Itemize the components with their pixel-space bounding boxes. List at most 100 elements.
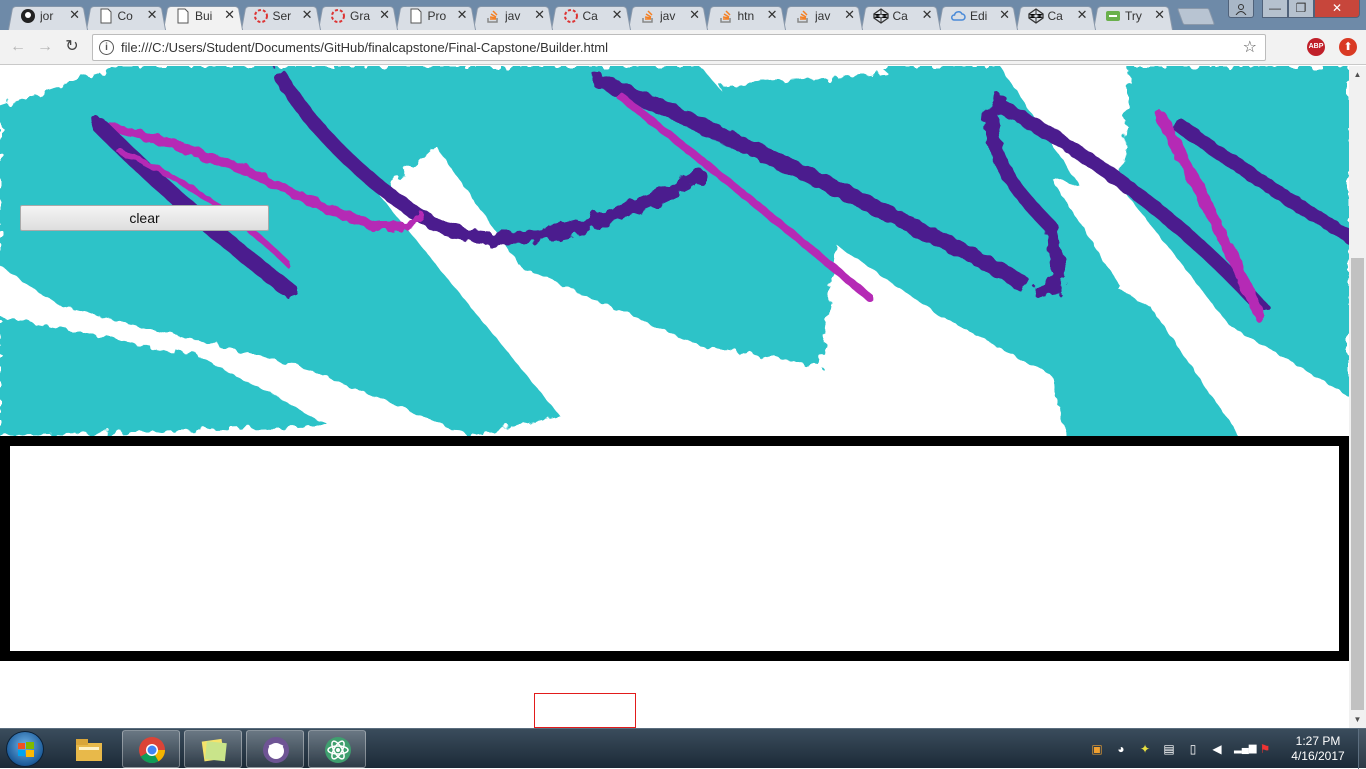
system-clock[interactable]: 1:27 PM 4/16/2017 — [1283, 734, 1353, 764]
forward-button[interactable]: → — [35, 38, 55, 58]
volume-icon[interactable]: ◀ — [1210, 742, 1224, 756]
address-url[interactable]: file:///C:/Users/Student/Documents/GitHu… — [121, 40, 608, 55]
tryit-icon — [1105, 8, 1121, 24]
bookmark-star-icon[interactable]: ☆ — [1243, 37, 1257, 57]
tab-title: jor — [40, 9, 54, 23]
loading-icon — [253, 8, 269, 24]
minimize-button[interactable]: — — [1262, 0, 1288, 18]
reload-button[interactable]: ↻ — [62, 38, 82, 58]
close-tab-icon[interactable]: ✕ — [379, 8, 390, 22]
close-tab-icon[interactable]: ✕ — [1077, 8, 1088, 22]
red-outline-box[interactable] — [534, 693, 636, 728]
tab-14[interactable]: Ca ✕ — [1015, 3, 1096, 31]
close-window-button[interactable]: ✕ — [1314, 0, 1360, 18]
browser-toolbar: ← → ↻ i file:///C:/Users/Student/Documen… — [0, 30, 1366, 65]
tab-title: jav — [815, 9, 831, 23]
tab-4[interactable]: Ser ✕ — [240, 3, 321, 31]
tray-app-icon[interactable]: ▣ — [1090, 742, 1104, 756]
scroll-up-arrow-icon[interactable]: ▲ — [1349, 66, 1366, 83]
tab-10[interactable]: htn ✕ — [705, 3, 786, 31]
sticky-notes-icon — [199, 736, 229, 764]
tab-title: Pro — [427, 9, 447, 23]
tab-title: Gra — [350, 9, 371, 23]
taskbar-app-chrome[interactable] — [122, 730, 180, 768]
tab-7[interactable]: jav ✕ — [473, 3, 553, 31]
page-scrollbar[interactable]: ▲ ▼ — [1349, 66, 1366, 728]
tab-3[interactable]: Bui ✕ — [163, 3, 243, 31]
tab-5[interactable]: Gra ✕ — [318, 3, 398, 31]
tab-8[interactable]: Ca ✕ — [550, 3, 631, 31]
tab-12[interactable]: Ca ✕ — [860, 3, 941, 31]
adblock-extension-icon[interactable]: ABP — [1307, 38, 1325, 56]
show-desktop-button[interactable] — [1358, 729, 1366, 769]
maximize-button[interactable]: ❐ — [1288, 0, 1314, 18]
scroll-down-arrow-icon[interactable]: ▼ — [1349, 711, 1366, 728]
file-explorer-icon — [74, 735, 104, 763]
tab-title: jav — [505, 9, 521, 23]
address-bar[interactable]: i file:///C:/Users/Student/Documents/Git… — [92, 34, 1266, 61]
taskbar-app-file-explorer[interactable] — [60, 730, 118, 768]
tab-title: Co — [117, 9, 133, 23]
tab-15[interactable]: Try ✕ — [1093, 3, 1173, 31]
close-tab-icon[interactable]: ✕ — [922, 8, 933, 22]
loading-icon — [330, 8, 346, 24]
upload-extension-icon[interactable]: ⬆ — [1339, 38, 1357, 56]
close-tab-icon[interactable]: ✕ — [69, 8, 80, 22]
tray-keys-icon[interactable]: ✦ — [1138, 742, 1152, 756]
close-tab-icon[interactable]: ✕ — [224, 8, 235, 22]
tab-title: Ca — [892, 9, 908, 23]
tab-11[interactable]: jav ✕ — [783, 3, 863, 31]
taskbar-app-sticky-notes[interactable] — [184, 730, 242, 768]
tab-6[interactable]: Pro ✕ — [395, 3, 476, 31]
new-tab-button[interactable] — [1176, 8, 1216, 25]
tab-1[interactable]: jor ✕ — [8, 3, 88, 31]
tab-title: Try — [1125, 9, 1142, 23]
close-tab-icon[interactable]: ✕ — [147, 8, 158, 22]
scrollbar-thumb[interactable] — [1351, 258, 1364, 710]
taskbar-app-github-desktop[interactable] — [246, 730, 304, 768]
close-tab-icon[interactable]: ✕ — [999, 8, 1010, 22]
codepen-icon — [1027, 8, 1044, 24]
close-tab-icon[interactable]: ✕ — [689, 8, 700, 22]
stackoverflow-icon — [485, 8, 501, 24]
close-tab-icon[interactable]: ✕ — [612, 8, 623, 22]
tab-title: Ca — [1047, 9, 1063, 23]
close-tab-icon[interactable]: ✕ — [767, 8, 778, 22]
info-icon[interactable]: i — [99, 40, 114, 55]
signal-icon[interactable]: ▂▄▆ — [1234, 742, 1256, 756]
tray-network-app-icon[interactable]: ◕ — [1114, 742, 1128, 756]
stackoverflow-icon — [718, 8, 734, 24]
chrome-icon — [137, 736, 167, 764]
loading-icon — [563, 8, 579, 24]
close-tab-icon[interactable]: ✕ — [534, 8, 545, 22]
close-tab-icon[interactable]: ✕ — [844, 8, 855, 22]
user-icon — [1235, 4, 1247, 16]
page-icon — [408, 8, 424, 24]
tab-title: Bui — [195, 9, 213, 23]
start-button[interactable] — [6, 731, 44, 767]
back-button[interactable]: ← — [8, 38, 28, 58]
tab-2[interactable]: Co ✕ — [85, 3, 166, 31]
profile-button[interactable] — [1228, 0, 1254, 18]
drawing-canvas[interactable] — [10, 446, 1339, 651]
close-tab-icon[interactable]: ✕ — [1154, 8, 1165, 22]
tab-strip: Try ✕ Ca ✕ Edi ✕ Ca ✕ jav ✕ htn ✕ jav ✕ Ca ✕ jav ✕ Pro ✕ Gra… — [0, 0, 1366, 31]
tab-13[interactable]: Edi ✕ — [938, 3, 1018, 31]
windows-logo-icon — [18, 742, 34, 757]
page-icon — [175, 8, 191, 24]
action-center-icon[interactable]: ⚑ — [1258, 742, 1272, 756]
tab-9[interactable]: jav ✕ — [628, 3, 708, 31]
windows-taskbar: ▣ ◕ ✦ ▤ ▯ ◀ ▂▄▆ ⚑ 1:27 PM 4/16/2017 — [0, 728, 1366, 769]
battery-icon[interactable]: ▯ — [1186, 742, 1200, 756]
stackoverflow-icon — [640, 8, 656, 24]
clock-time: 1:27 PM — [1295, 734, 1341, 748]
tab-title: htn — [737, 9, 755, 23]
close-tab-icon[interactable]: ✕ — [302, 8, 313, 22]
tray-display-icon[interactable]: ▤ — [1162, 742, 1176, 756]
tab-title: jav — [660, 9, 676, 23]
taskbar-app-atom[interactable] — [308, 730, 366, 768]
close-tab-icon[interactable]: ✕ — [457, 8, 468, 22]
cloud-icon — [950, 8, 966, 24]
clear-button[interactable]: clear — [20, 205, 269, 231]
page-icon — [98, 8, 114, 24]
